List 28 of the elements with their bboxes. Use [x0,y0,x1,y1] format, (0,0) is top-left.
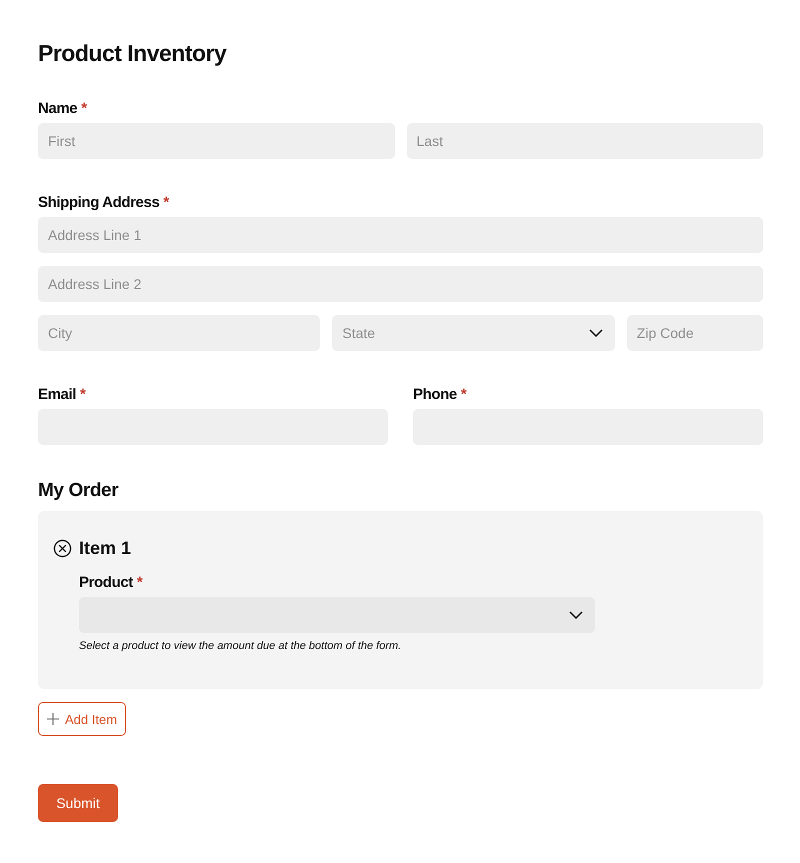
add-item-button[interactable]: Add Item [38,702,126,736]
required-mark: * [80,386,86,403]
input-field[interactable]: Zip Code [626,315,763,351]
submit-button[interactable]: Submit [38,784,118,822]
field-label: Name [38,100,78,117]
section-heading: My Order [38,480,120,502]
chevron-down-icon [588,329,603,337]
input-field[interactable]: Last [406,123,763,159]
select-field[interactable] [79,597,595,633]
remove-icon [53,539,72,558]
plus-icon [47,713,59,725]
field-label: Product [79,574,133,591]
required-mark: * [81,100,87,117]
input-field[interactable]: First [38,123,394,159]
required-mark: * [163,194,169,211]
field-label: Shipping Address [38,194,160,211]
item-title: Item 1 [79,538,132,559]
field-label: Email [38,386,76,403]
required-mark: * [136,574,142,591]
form-title: Product Inventory [38,40,228,67]
chevron-down-icon [569,611,583,619]
select-field[interactable]: State [332,315,615,351]
required-mark: * [460,386,466,403]
field-label: Phone [413,386,457,403]
input-field[interactable]: Address Line 1 [38,217,763,253]
input-field[interactable]: Address Line 2 [38,266,763,302]
input-field[interactable]: City [38,315,320,351]
hint-text: Select a product to view the amount due at the bottom of the form. [79,640,402,652]
